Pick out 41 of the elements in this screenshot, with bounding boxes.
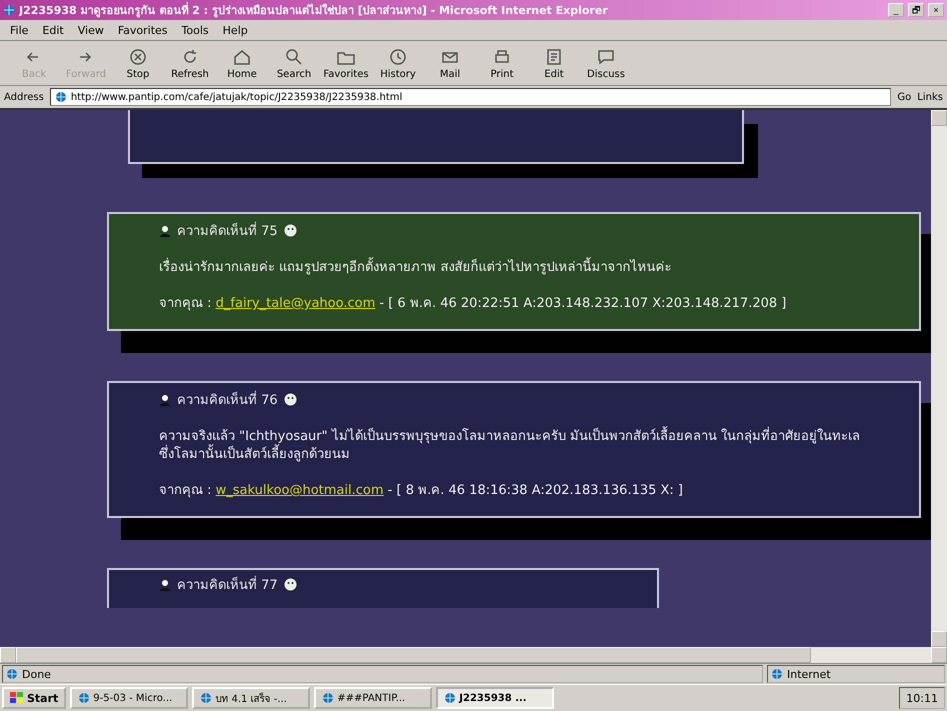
toolbar-button[interactable]: Home bbox=[218, 43, 266, 83]
menu-item[interactable]: File bbox=[10, 24, 28, 36]
toolbar-button[interactable]: Favorites bbox=[322, 43, 370, 83]
menu-item[interactable]: Tools bbox=[182, 24, 209, 36]
go-button[interactable]: Go bbox=[897, 92, 912, 102]
window-control-button[interactable]: × bbox=[928, 3, 944, 17]
menu-item[interactable]: View bbox=[78, 24, 104, 36]
comment-author: จากคุณ : d_fairy_tale@yahoo.com - [ 6 พ.ค. 46 20:22:51 A:203.148.232.107 X:203.148.217.208 ] bbox=[159, 295, 788, 313]
toolbar-button[interactable]: Discuss bbox=[582, 43, 630, 83]
toolbar-button[interactable]: Refresh bbox=[166, 43, 214, 83]
taskbar-button[interactable]: 9-5-03 - Micro... bbox=[70, 687, 188, 709]
links-button[interactable]: Links bbox=[917, 92, 943, 102]
comment-author: จากคุณ : w_sakulkoo@hotmail.com - [ 8 พ.ค. 46 18:16:38 A:202.183.136.135 X: ] bbox=[159, 482, 684, 500]
window-control-button[interactable]: 🗗 bbox=[908, 3, 924, 17]
comment-heading: ความคิดเห็นที่ 76 bbox=[177, 389, 278, 410]
taskbar-button[interactable]: บท 4.1 เสร็จ -... bbox=[192, 687, 310, 709]
toolbar-button[interactable]: Print bbox=[478, 43, 526, 83]
address-url: http://www.pantip.com/cafe/jatujak/topic/J2235938/J2235938.html bbox=[70, 92, 402, 102]
menu-item[interactable]: Help bbox=[222, 24, 248, 36]
menu-item[interactable]: Favorites bbox=[118, 24, 168, 36]
toolbar-button[interactable]: Search bbox=[270, 43, 318, 83]
address-label: Address bbox=[4, 92, 44, 102]
toolbar-button[interactable]: History bbox=[374, 43, 422, 83]
comment-heading: ความคิดเห็นที่ 77 bbox=[177, 574, 278, 595]
status-text: Done bbox=[22, 668, 51, 680]
menu-item[interactable]: Edit bbox=[42, 24, 64, 36]
comment-heading: ความคิดเห็นที่ 75 bbox=[177, 220, 278, 241]
taskbar-button[interactable]: J2235938 ... bbox=[436, 687, 554, 709]
zone-text: Internet bbox=[787, 668, 831, 680]
email-link[interactable]: d_fairy_tale@yahoo.com bbox=[216, 296, 376, 311]
comment-body: เรื่องน่ารักมากเลยค่ะ แถมรูปสวยๆอีกตั้งหลายภาพ สงสัยก็แต่ว่าไปหารูปเหล่านี้มาจากไหนค่ะ bbox=[159, 259, 869, 277]
clock: 10:11 bbox=[906, 692, 938, 704]
comment-body: ความจริงแล้ว "Ichthyosaur" ไม่ได้เป็นบรรพบุรุษของโลมาหลอกนะครับ มันเป็นพวกสัตว์เลื้อยคลาน ในกลุ่มที่อาศัยอยู่ในทะเล ซึ่งโลมานั้นเป็นสัตว์เลี้ยงลูกด้วยนม bbox=[159, 428, 869, 464]
toolbar-button[interactable]: Mail bbox=[426, 43, 474, 83]
toolbar-button[interactable]: Edit bbox=[530, 43, 578, 83]
address-field[interactable]: http://www.pantip.com/cafe/jatujak/topic/J2235938/J2235938.html bbox=[50, 88, 892, 106]
window-control-button[interactable]: _ bbox=[888, 3, 904, 17]
toolbar-button[interactable]: Stop bbox=[114, 43, 162, 83]
email-link[interactable]: w_sakulkoo@hotmail.com bbox=[216, 483, 384, 498]
taskbar-button[interactable]: ###PANTIP... bbox=[314, 687, 432, 709]
start-button[interactable]: Start bbox=[2, 687, 66, 709]
